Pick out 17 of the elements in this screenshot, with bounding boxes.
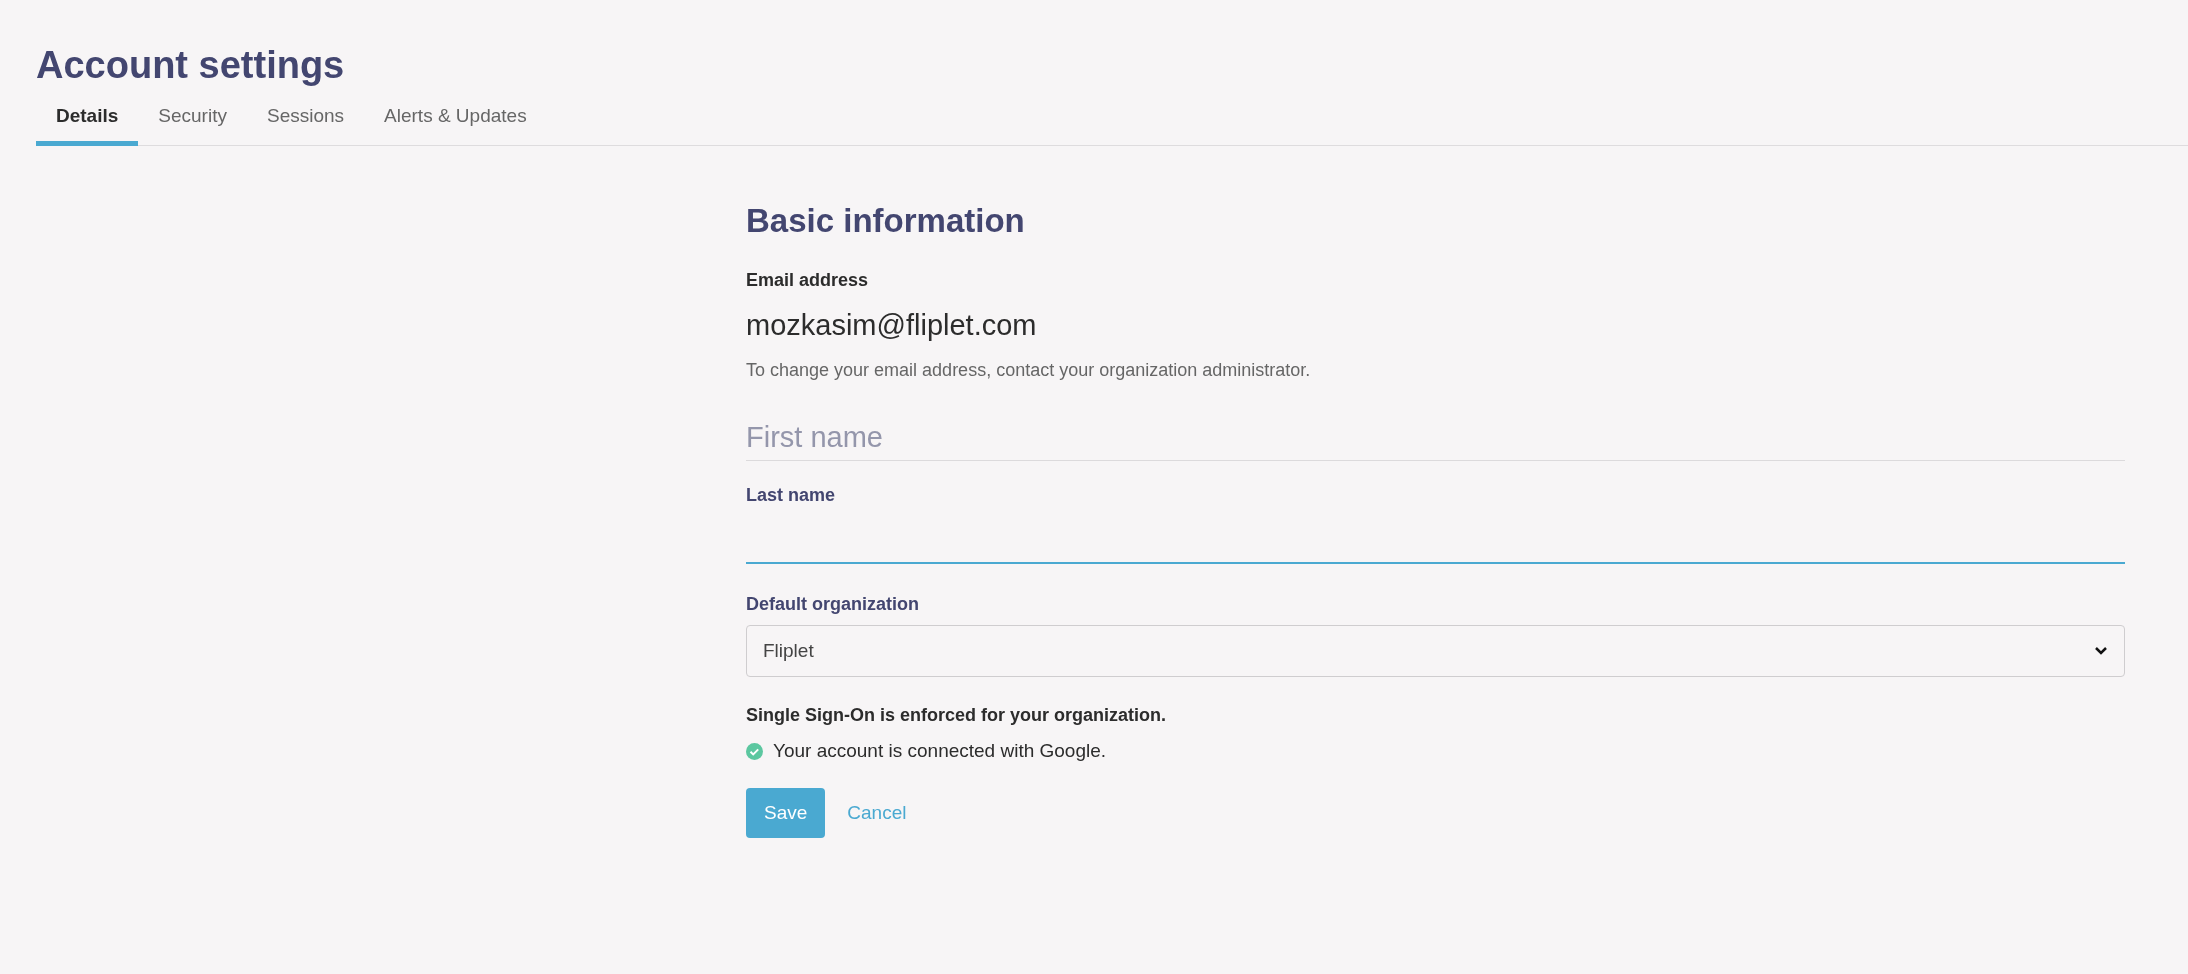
tab[interactable]: Security: [138, 105, 247, 146]
tab[interactable]: Details: [36, 105, 139, 146]
field-label: Default organization: [746, 594, 920, 615]
organization-select[interactable]: Fliplet: [746, 625, 2125, 677]
email-value: mozkasim@fliplet.com: [746, 309, 1038, 342]
tab[interactable]: Alerts & Updates: [364, 105, 547, 146]
first-name-field[interactable]: First name: [746, 421, 2125, 461]
section-heading: Basic information: [746, 202, 1026, 240]
tab[interactable]: Sessions: [246, 105, 365, 146]
field-label: Last name: [746, 485, 837, 506]
chevron-down-icon: [2094, 646, 2108, 656]
page-title: Account settings: [36, 44, 346, 87]
help-text: To change your email address, contact your organization administrator.: [746, 360, 1312, 381]
check-circle-icon: [746, 742, 763, 760]
field-label: Email address: [746, 270, 870, 291]
status-text: Your account is connected with Google.: [773, 740, 1107, 762]
sso-notice: Single Sign-On is enforced for your organization.: [746, 705, 1168, 726]
